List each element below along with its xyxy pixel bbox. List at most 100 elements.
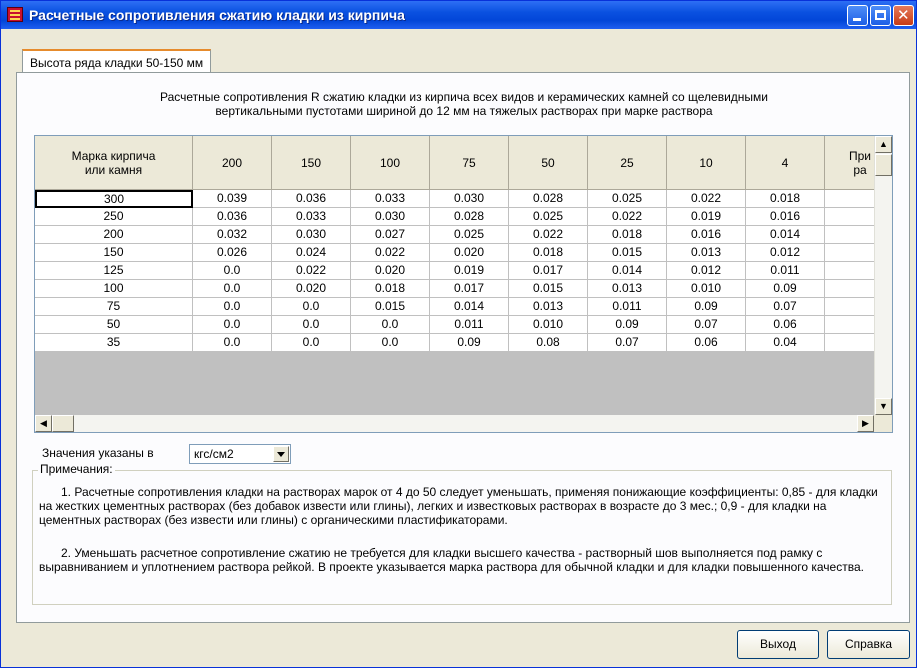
value-cell[interactable]: 0.019 (667, 208, 746, 226)
value-cell[interactable]: 0.033 (272, 208, 351, 226)
value-cell[interactable]: 0.09 (588, 316, 667, 334)
header-mark-4[interactable]: 4 (746, 136, 825, 190)
brand-cell[interactable]: 50 (35, 316, 193, 334)
value-cell[interactable]: 0.013 (509, 298, 588, 316)
value-cell[interactable]: 0.0 (272, 316, 351, 334)
header-mark-50[interactable]: 50 (509, 136, 588, 190)
scroll-up-button[interactable]: ▲ (875, 136, 892, 153)
value-cell[interactable]: 0.07 (588, 334, 667, 352)
header-mark-100[interactable]: 100 (351, 136, 430, 190)
value-cell[interactable]: 0.025 (588, 190, 667, 208)
value-cell[interactable]: 0.0 (193, 262, 272, 280)
value-cell[interactable]: 0.039 (193, 190, 272, 208)
resistance-grid[interactable]: Марка кирпича или камня 200 150 100 75 50 25 1… (34, 135, 893, 433)
value-cell[interactable]: 0.011 (430, 316, 509, 334)
value-cell[interactable]: 0.011 (588, 298, 667, 316)
header-brand[interactable]: Марка кирпича или камня (35, 136, 193, 190)
value-cell[interactable]: 0.020 (272, 280, 351, 298)
value-cell[interactable]: 0.032 (193, 226, 272, 244)
brand-cell[interactable]: 300 (35, 190, 193, 208)
tab-brick-height[interactable]: Высота ряда кладки 50-150 мм (22, 49, 212, 73)
brand-cell[interactable]: 75 (35, 298, 193, 316)
value-cell[interactable]: 0.010 (667, 280, 746, 298)
value-cell[interactable]: 0.013 (588, 280, 667, 298)
value-cell[interactable]: 0.018 (509, 244, 588, 262)
exit-button[interactable]: Выход (737, 630, 819, 659)
value-cell[interactable]: 0.022 (588, 208, 667, 226)
brand-cell[interactable]: 125 (35, 262, 193, 280)
vertical-scrollbar[interactable]: ▲ ▼ (874, 136, 892, 415)
brand-cell[interactable]: 35 (35, 334, 193, 352)
scroll-right-button[interactable]: ▶ (857, 415, 874, 432)
value-cell[interactable]: 0.012 (746, 244, 825, 262)
header-mark-25[interactable]: 25 (588, 136, 667, 190)
value-cell[interactable]: 0.07 (746, 298, 825, 316)
value-cell[interactable]: 0.019 (430, 262, 509, 280)
value-cell[interactable]: 0.016 (746, 208, 825, 226)
value-cell[interactable]: 0.011 (746, 262, 825, 280)
value-cell[interactable]: 0.022 (351, 244, 430, 262)
value-cell[interactable]: 0.036 (272, 190, 351, 208)
brand-cell[interactable]: 200 (35, 226, 193, 244)
value-cell[interactable]: 0.018 (746, 190, 825, 208)
value-cell[interactable]: 0.06 (746, 316, 825, 334)
value-cell[interactable]: 0.025 (430, 226, 509, 244)
value-cell[interactable]: 0.07 (667, 316, 746, 334)
scroll-down-button[interactable]: ▼ (875, 398, 892, 415)
value-cell[interactable]: 0.09 (746, 280, 825, 298)
value-cell[interactable]: 0.028 (430, 208, 509, 226)
value-cell[interactable]: 0.020 (430, 244, 509, 262)
value-cell[interactable]: 0.036 (193, 208, 272, 226)
value-cell[interactable]: 0.028 (509, 190, 588, 208)
value-cell[interactable]: 0.0 (193, 280, 272, 298)
value-cell[interactable]: 0.0 (193, 316, 272, 334)
header-mark-75[interactable]: 75 (430, 136, 509, 190)
close-button[interactable]: ✕ (893, 5, 914, 26)
maximize-button[interactable] (870, 5, 891, 26)
value-cell[interactable]: 0.026 (193, 244, 272, 262)
brand-cell[interactable]: 100 (35, 280, 193, 298)
value-cell[interactable]: 0.033 (351, 190, 430, 208)
value-cell[interactable]: 0.09 (667, 298, 746, 316)
value-cell[interactable]: 0.014 (430, 298, 509, 316)
value-cell[interactable]: 0.015 (509, 280, 588, 298)
value-cell[interactable]: 0.0 (193, 298, 272, 316)
value-cell[interactable]: 0.014 (588, 262, 667, 280)
header-mark-150[interactable]: 150 (272, 136, 351, 190)
value-cell[interactable]: 0.025 (509, 208, 588, 226)
value-cell[interactable]: 0.0 (272, 334, 351, 352)
value-cell[interactable]: 0.0 (272, 298, 351, 316)
brand-cell[interactable]: 150 (35, 244, 193, 262)
value-cell[interactable]: 0.0 (193, 334, 272, 352)
value-cell[interactable]: 0.0 (351, 334, 430, 352)
value-cell[interactable]: 0.024 (272, 244, 351, 262)
horizontal-scrollbar[interactable]: ◀ ▶ (35, 415, 874, 432)
value-cell[interactable]: 0.022 (667, 190, 746, 208)
value-cell[interactable]: 0.018 (588, 226, 667, 244)
scroll-left-button[interactable]: ◀ (35, 415, 52, 432)
value-cell[interactable]: 0.08 (509, 334, 588, 352)
value-cell[interactable]: 0.030 (272, 226, 351, 244)
value-cell[interactable]: 0.014 (746, 226, 825, 244)
value-cell[interactable]: 0.010 (509, 316, 588, 334)
value-cell[interactable]: 0.030 (351, 208, 430, 226)
brand-cell[interactable]: 250 (35, 208, 193, 226)
header-mark-10[interactable]: 10 (667, 136, 746, 190)
value-cell[interactable]: 0.016 (667, 226, 746, 244)
help-button[interactable]: Справка (827, 630, 910, 659)
value-cell[interactable]: 0.020 (351, 262, 430, 280)
value-cell[interactable]: 0.015 (588, 244, 667, 262)
value-cell[interactable]: 0.0 (351, 316, 430, 334)
value-cell[interactable]: 0.030 (430, 190, 509, 208)
value-cell[interactable]: 0.015 (351, 298, 430, 316)
chevron-down-icon[interactable] (273, 446, 289, 462)
header-mark-200[interactable]: 200 (193, 136, 272, 190)
vertical-scroll-thumb[interactable] (875, 154, 892, 176)
value-cell[interactable]: 0.022 (272, 262, 351, 280)
value-cell[interactable]: 0.06 (667, 334, 746, 352)
value-cell[interactable]: 0.018 (351, 280, 430, 298)
value-cell[interactable]: 0.04 (746, 334, 825, 352)
value-cell[interactable]: 0.017 (509, 262, 588, 280)
value-cell[interactable]: 0.017 (430, 280, 509, 298)
units-select[interactable]: кгс/см2 (189, 444, 291, 464)
